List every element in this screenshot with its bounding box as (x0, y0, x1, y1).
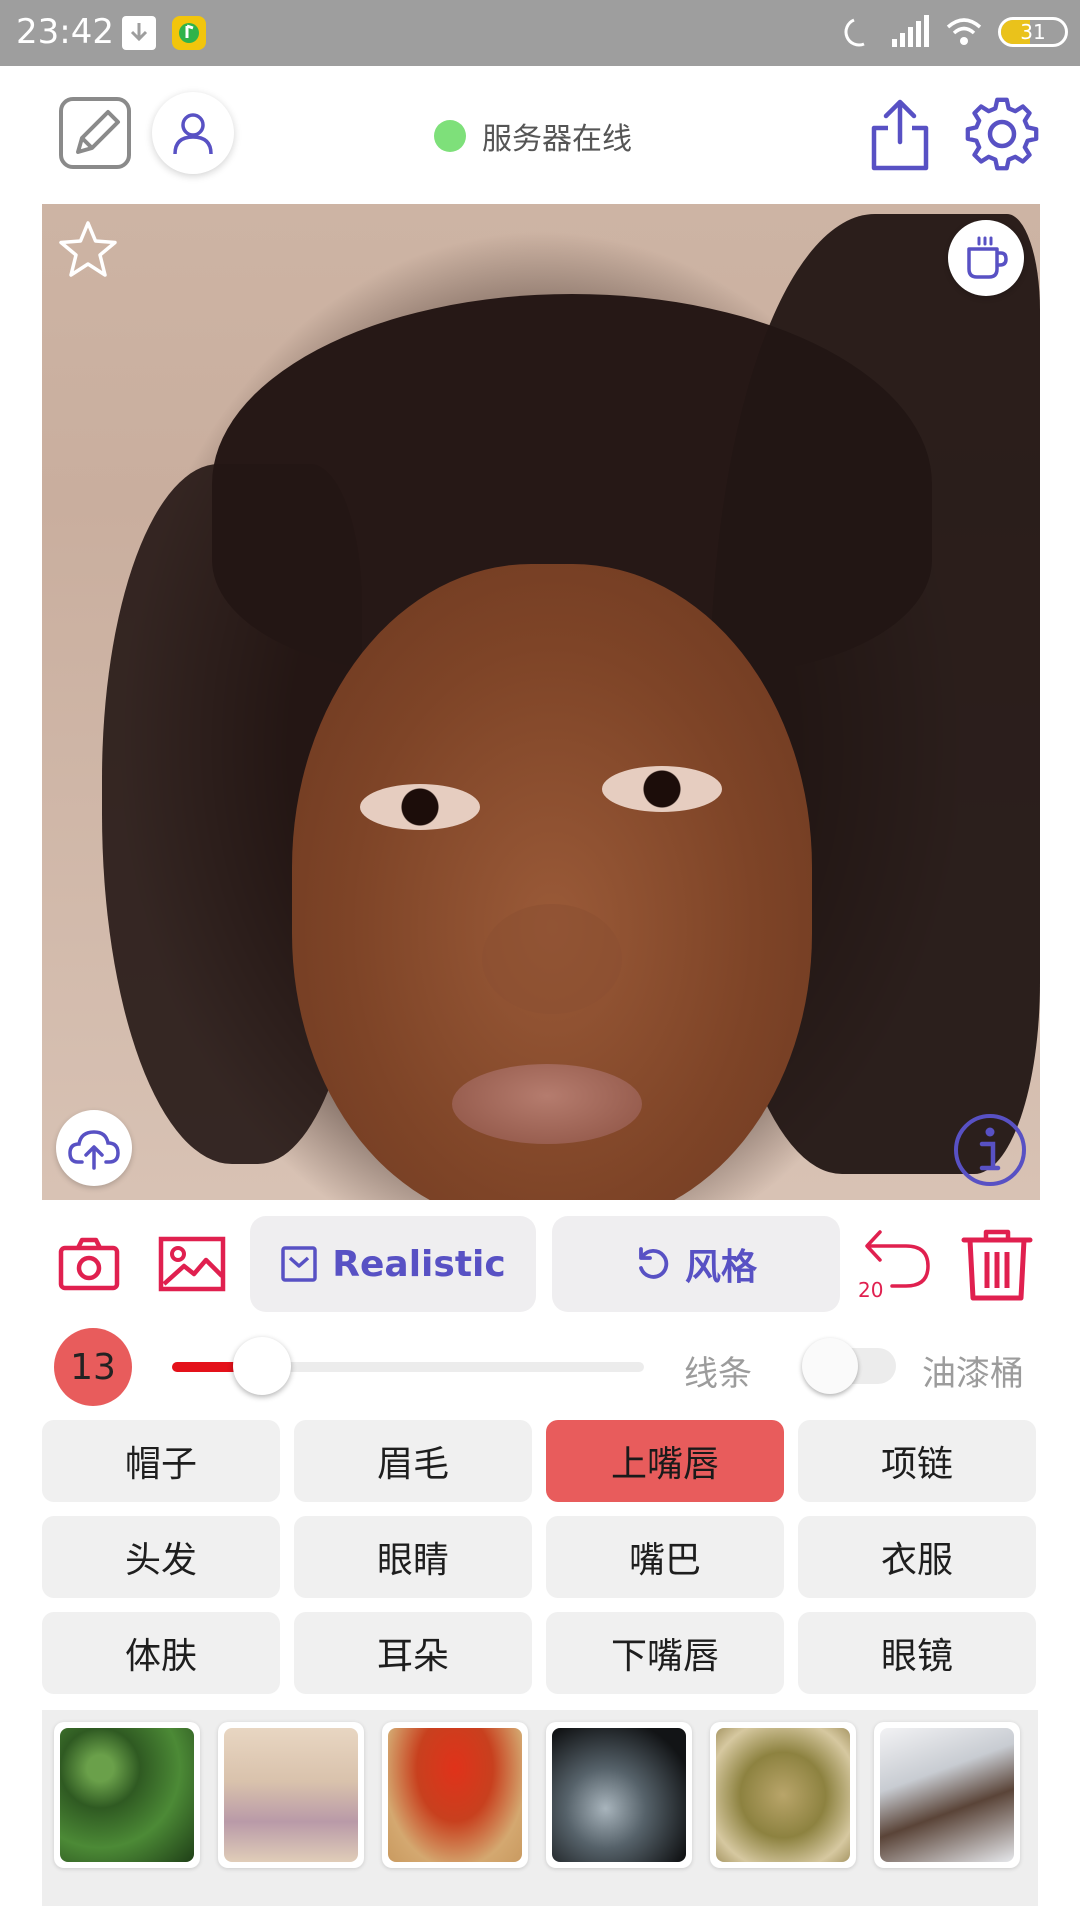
pencil-square-icon (59, 97, 131, 169)
camera-icon (58, 1237, 120, 1291)
style-thumbnail[interactable] (382, 1722, 528, 1868)
delete-button[interactable] (960, 1228, 1034, 1302)
category-button[interactable]: 耳朵 (294, 1612, 532, 1694)
category-button[interactable]: 衣服 (798, 1516, 1036, 1598)
toggle-knob (802, 1338, 858, 1394)
gallery-button[interactable] (158, 1236, 226, 1292)
star-icon (59, 221, 117, 277)
category-button[interactable]: 眼镜 (798, 1612, 1036, 1694)
user-icon (173, 113, 213, 155)
share-icon (871, 99, 929, 171)
style-thumbnail[interactable] (54, 1722, 200, 1868)
model-label: Realistic (332, 1243, 506, 1285)
photo-canvas[interactable] (42, 204, 1040, 1200)
category-button[interactable]: 项链 (798, 1420, 1036, 1502)
style-button[interactable]: 风格 (552, 1216, 840, 1312)
brush-controls: 13 线条 油漆桶 (0, 1318, 1080, 1418)
server-status: 服务器在线 (434, 114, 632, 158)
camera-button[interactable] (58, 1236, 120, 1292)
slider-thumb[interactable] (232, 1337, 291, 1395)
category-button[interactable]: 帽子 (42, 1420, 280, 1502)
trash-icon (961, 1229, 1033, 1301)
user-profile-button[interactable] (152, 92, 234, 174)
style-thumbnail[interactable] (546, 1722, 692, 1868)
brush-size-slider[interactable] (172, 1337, 644, 1395)
status-icons: 31 (840, 12, 1068, 52)
action-row: Realistic 风格 20 (0, 1208, 1080, 1312)
favorite-button[interactable] (56, 218, 120, 282)
status-time: 23:42 (16, 12, 114, 52)
status-bar: 23:42 31 (0, 0, 1080, 66)
style-thumbnail[interactable] (874, 1722, 1020, 1868)
coffee-button[interactable] (948, 220, 1024, 296)
info-button[interactable] (952, 1112, 1028, 1188)
category-button[interactable]: 下嘴唇 (546, 1612, 784, 1694)
gear-icon (965, 97, 1039, 171)
signal-icon (892, 15, 929, 47)
coffee-cup-icon (967, 236, 1008, 279)
battery-indicator: 31 (998, 17, 1068, 47)
checkbox-icon (281, 1246, 318, 1282)
style-thumbnail[interactable] (710, 1722, 856, 1868)
category-button[interactable]: 上嘴唇 (546, 1420, 784, 1502)
brush-size-badge: 13 (54, 1328, 132, 1406)
music-app-icon (172, 16, 206, 50)
sketch-mode-button[interactable] (58, 96, 132, 170)
paint-bucket-toggle[interactable] (802, 1338, 902, 1394)
model-button[interactable]: Realistic (250, 1216, 536, 1312)
segment-category-grid: 帽子 眉毛 上嘴唇 项链 头发 眼睛 嘴巴 衣服 体肤 耳朵 下嘴唇 眼镜 (42, 1420, 1038, 1694)
share-button[interactable] (866, 96, 934, 172)
toolbar: 服务器在线 (0, 66, 1080, 202)
style-label: 风格 (684, 1247, 757, 1288)
category-button[interactable]: 头发 (42, 1516, 280, 1598)
cloud-upload-icon (68, 1130, 120, 1170)
download-icon (122, 16, 156, 50)
info-icon (954, 1114, 1026, 1186)
undo-count: 20 (858, 1278, 884, 1302)
category-button[interactable]: 体肤 (42, 1612, 280, 1694)
upload-button[interactable] (56, 1110, 132, 1186)
server-status-text: 服务器在线 (482, 122, 632, 157)
line-mode-label: 线条 (684, 1354, 752, 1394)
paint-bucket-label: 油漆桶 (922, 1354, 1024, 1394)
category-button[interactable]: 眼睛 (294, 1516, 532, 1598)
category-button[interactable]: 眉毛 (294, 1420, 532, 1502)
refresh-icon (639, 1247, 669, 1279)
status-dot (434, 120, 466, 152)
style-thumbnail-strip (42, 1710, 1038, 1906)
settings-button[interactable] (964, 96, 1040, 172)
style-thumbnail[interactable] (218, 1722, 364, 1868)
category-button[interactable]: 嘴巴 (546, 1516, 784, 1598)
moon-icon (844, 18, 865, 47)
image-icon (158, 1236, 226, 1292)
wifi-icon (946, 18, 982, 45)
